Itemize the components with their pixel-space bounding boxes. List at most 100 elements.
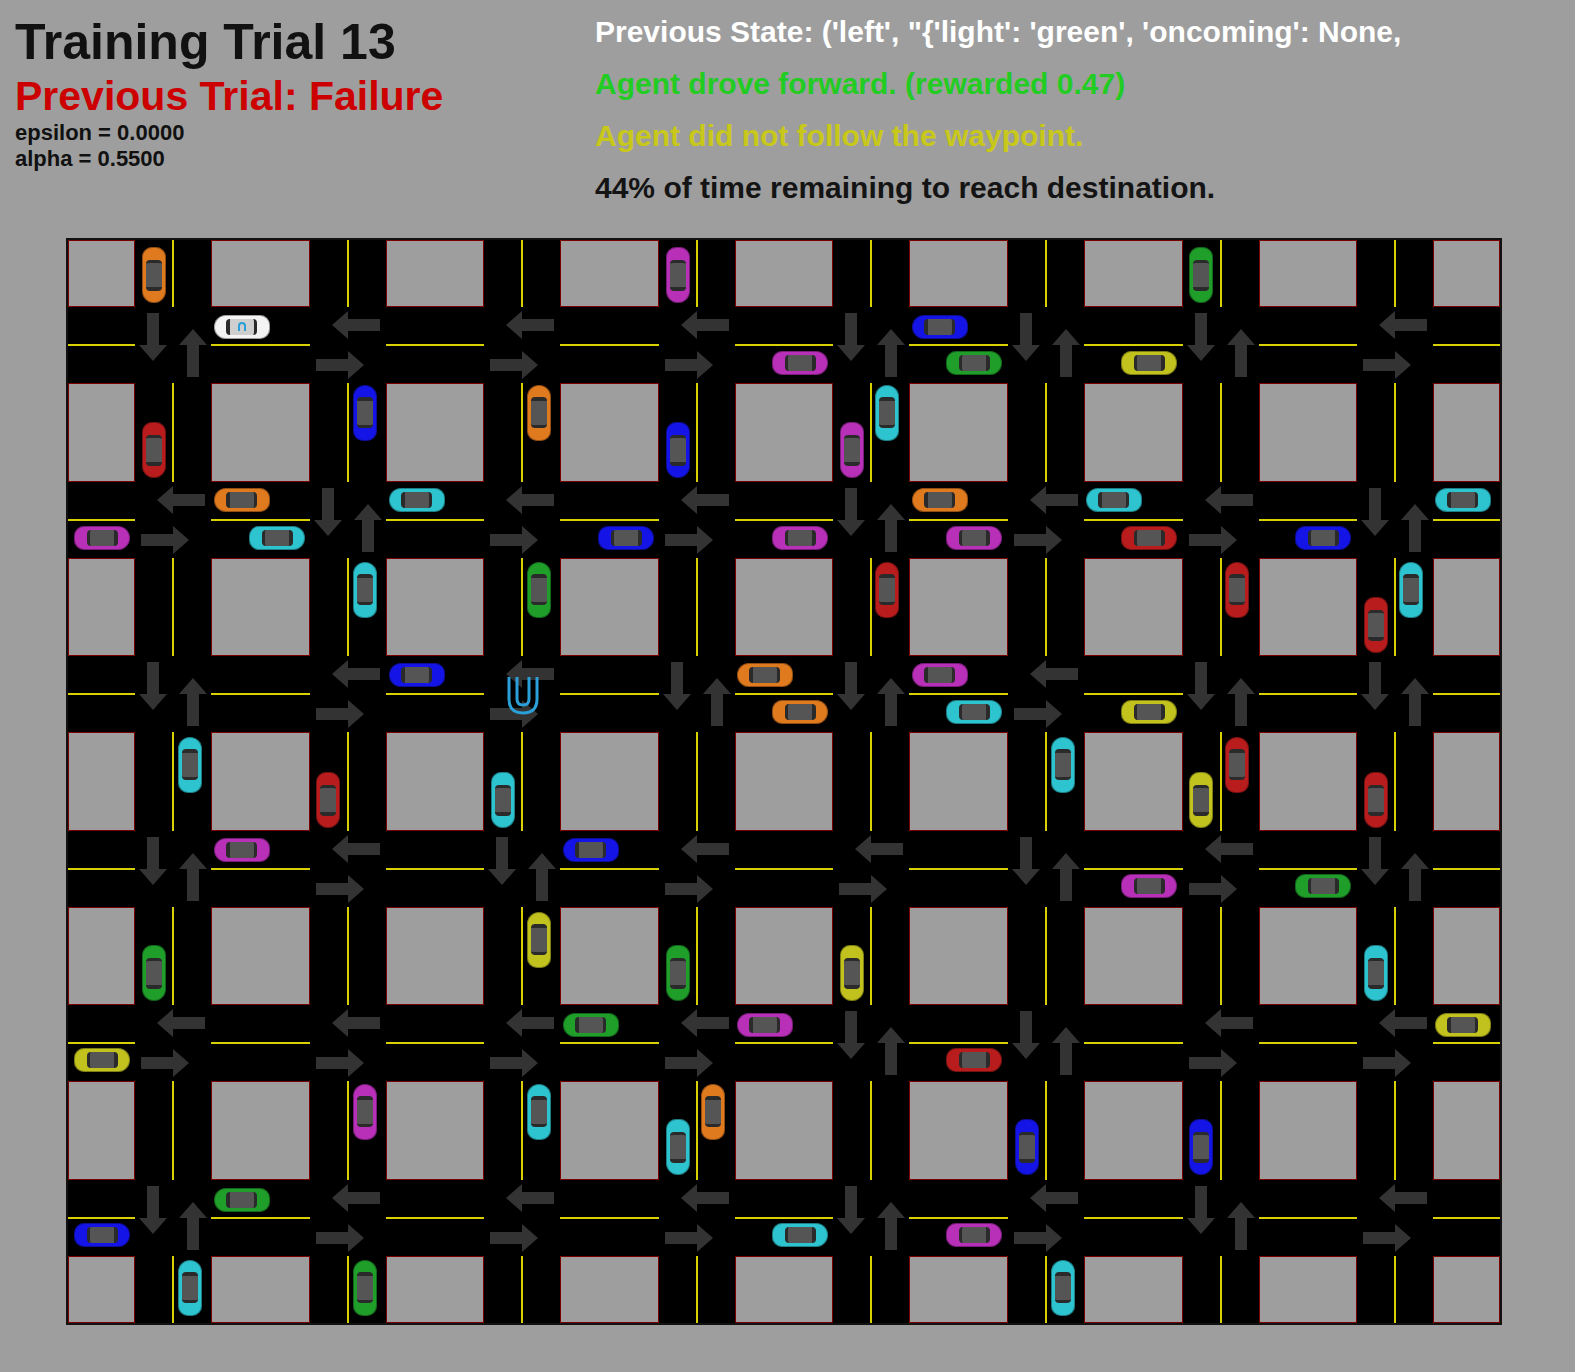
car	[249, 526, 305, 550]
north-south-light-icon	[135, 831, 211, 907]
car	[142, 247, 166, 303]
east-west-light-icon	[310, 307, 386, 383]
intersection	[659, 1180, 735, 1256]
block	[1260, 241, 1357, 306]
intersection	[833, 307, 909, 383]
car	[946, 526, 1002, 550]
road-h	[735, 831, 834, 907]
block	[561, 559, 658, 656]
intersection	[135, 1180, 211, 1256]
block	[1085, 1257, 1182, 1322]
block	[1260, 908, 1357, 1005]
block	[736, 241, 833, 306]
intersection	[659, 307, 735, 383]
block	[561, 1257, 658, 1322]
car	[389, 488, 445, 512]
east-west-light-icon	[1008, 482, 1084, 558]
road-v	[1008, 240, 1084, 307]
car	[74, 526, 130, 550]
north-south-light-icon	[1357, 482, 1433, 558]
east-west-light-icon	[659, 831, 735, 907]
intersection	[135, 307, 211, 383]
car	[527, 562, 551, 618]
east-west-light-icon	[1008, 1180, 1084, 1256]
car	[1051, 1260, 1075, 1316]
intersection	[1008, 656, 1084, 732]
car	[946, 351, 1002, 375]
intersection	[833, 1005, 909, 1081]
road-v	[135, 1081, 211, 1180]
previous-trial-result: Previous Trial: Failure	[15, 72, 595, 120]
intersection	[310, 831, 386, 907]
road-h	[1259, 307, 1358, 383]
car	[74, 1048, 130, 1072]
north-south-light-icon	[1008, 307, 1084, 383]
block	[736, 559, 833, 656]
block	[387, 241, 484, 306]
car	[142, 945, 166, 1001]
road-h	[1433, 307, 1500, 383]
car	[737, 1013, 793, 1037]
north-south-light-icon	[310, 482, 386, 558]
east-west-light-icon	[484, 1005, 560, 1081]
car	[527, 1084, 551, 1140]
car	[701, 1084, 725, 1140]
road-v	[1183, 383, 1259, 482]
hud: Training Trial 13Previous Trial: Failure…	[0, 0, 1575, 240]
block	[736, 1257, 833, 1322]
intersection	[1008, 1005, 1084, 1081]
intersection	[135, 1005, 211, 1081]
block	[1260, 559, 1357, 656]
intersection	[310, 307, 386, 383]
east-west-light-icon	[484, 656, 560, 732]
smartcab-agent	[214, 315, 270, 339]
north-south-light-icon	[135, 307, 211, 383]
car	[353, 1260, 377, 1316]
intersection	[1008, 307, 1084, 383]
intersection	[1008, 482, 1084, 558]
car	[178, 737, 202, 793]
intersection	[1183, 1005, 1259, 1081]
intersection	[833, 482, 909, 558]
car	[527, 385, 551, 441]
east-west-light-icon	[1183, 831, 1259, 907]
road-h	[211, 1005, 310, 1081]
block	[736, 384, 833, 481]
block	[1434, 241, 1499, 306]
car	[946, 700, 1002, 724]
intersection	[1357, 1180, 1433, 1256]
block	[69, 908, 134, 1005]
north-south-light-icon	[484, 831, 560, 907]
block	[1260, 1082, 1357, 1179]
road-h	[909, 831, 1008, 907]
car	[1051, 737, 1075, 793]
car	[353, 1084, 377, 1140]
road-h	[1259, 1180, 1358, 1256]
car	[1399, 562, 1423, 618]
alpha-label: alpha = 0.5500	[15, 146, 595, 172]
north-south-light-icon	[1357, 656, 1433, 732]
block	[1260, 733, 1357, 830]
car	[491, 772, 515, 828]
block	[736, 1082, 833, 1179]
status-line: Previous State: ('left', "{'light': 'gre…	[595, 6, 1575, 58]
intersection	[484, 1180, 560, 1256]
block	[561, 908, 658, 1005]
car	[1121, 351, 1177, 375]
block	[387, 1082, 484, 1179]
car	[142, 422, 166, 478]
intersection	[1008, 1180, 1084, 1256]
block	[387, 559, 484, 656]
block	[387, 384, 484, 481]
block	[1085, 908, 1182, 1005]
intersection	[310, 1005, 386, 1081]
intersection	[1183, 307, 1259, 383]
north-south-light-icon	[833, 1180, 909, 1256]
block	[1085, 1082, 1182, 1179]
car	[598, 526, 654, 550]
east-west-light-icon	[1183, 1005, 1259, 1081]
block	[910, 384, 1007, 481]
block	[1260, 1257, 1357, 1322]
east-west-light-icon	[1357, 1005, 1433, 1081]
car	[527, 912, 551, 968]
